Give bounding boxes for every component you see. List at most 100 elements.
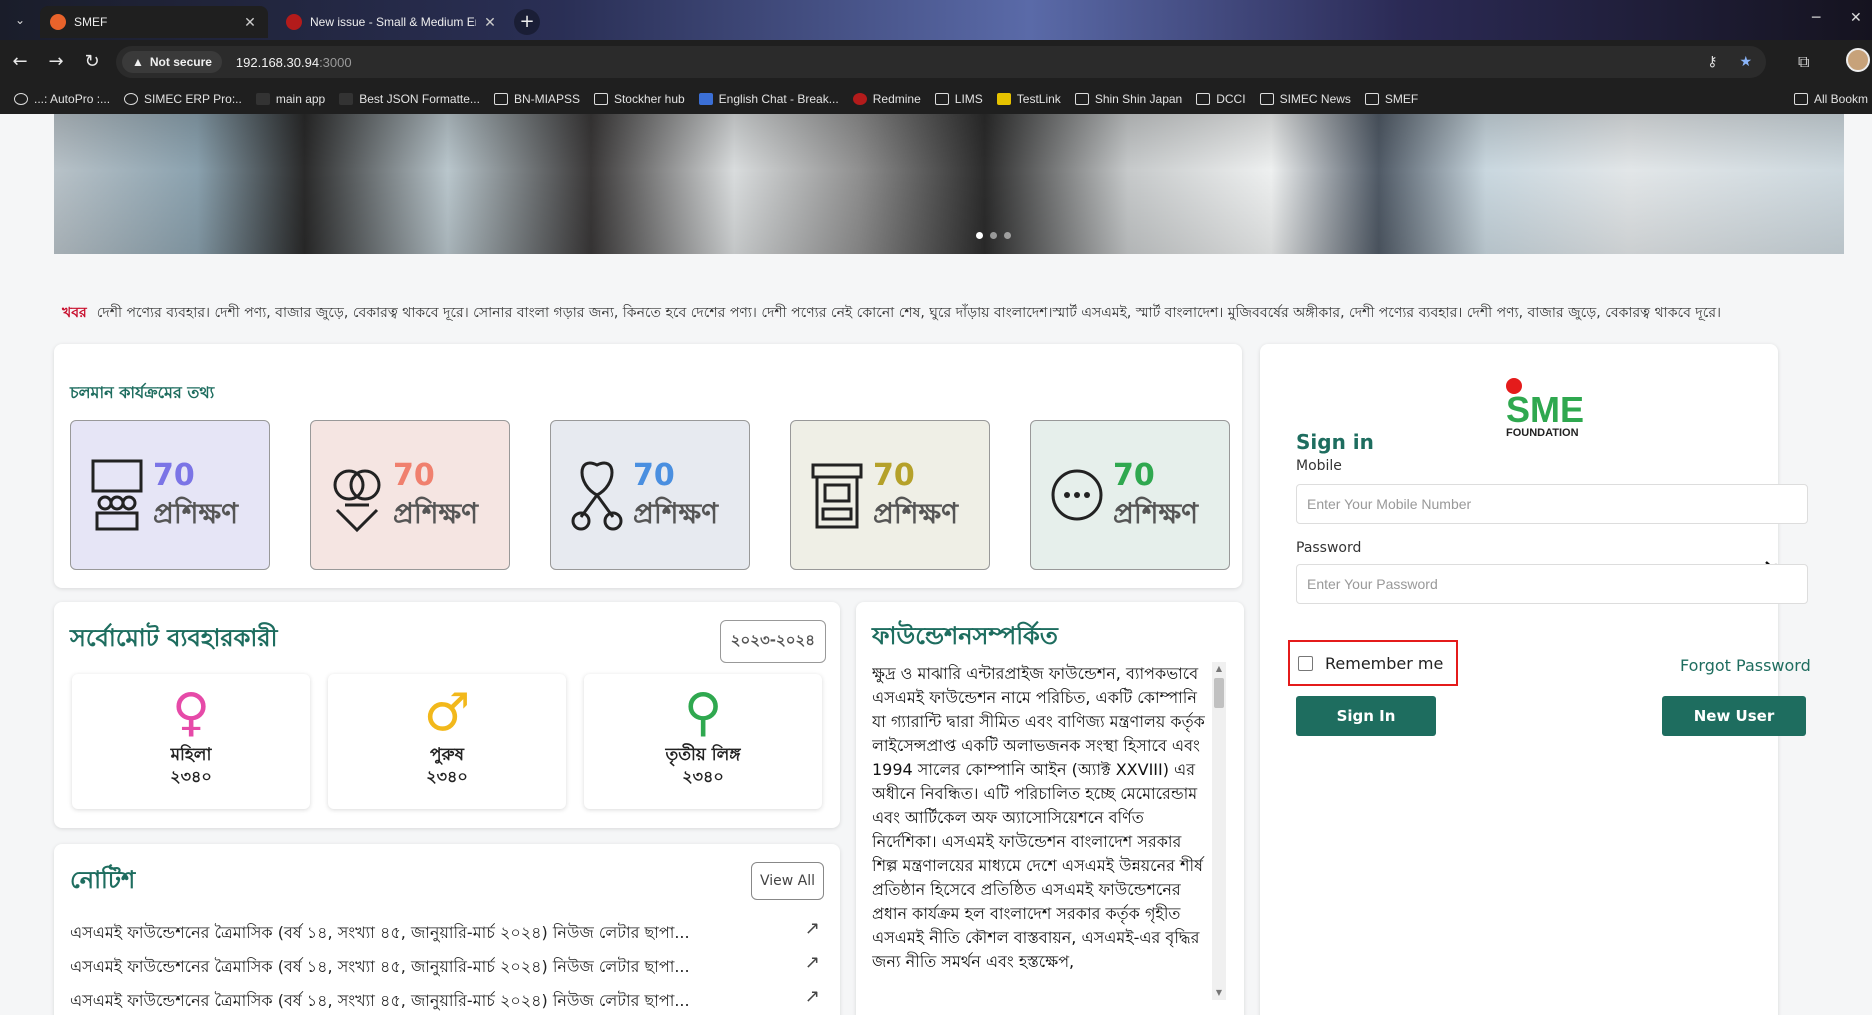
notice-link[interactable]: এসএমই ফাউন্ডেশনের ত্রৈমাসিক (বর্ষ ১৪, সং… — [70, 920, 820, 947]
all-bookmarks[interactable]: All Bookm — [1793, 84, 1872, 114]
carousel-dot[interactable] — [976, 232, 983, 239]
user-label: পুরুষ — [430, 745, 464, 765]
bookmark-item[interactable]: ...: AutoPro :... — [14, 92, 110, 106]
bookmark-folder[interactable]: DCCI — [1196, 92, 1246, 106]
svg-text:SME: SME — [1506, 389, 1584, 430]
stat-box-1[interactable]: 70 প্রশিক্ষণ — [70, 420, 270, 570]
redmine-icon — [852, 93, 867, 105]
extensions-icon[interactable]: ⧉ — [1798, 52, 1809, 72]
external-arrow-icon[interactable]: ↗ — [805, 918, 820, 939]
more-dots-icon — [1051, 469, 1103, 521]
bookmark-star-icon[interactable]: ★ — [1739, 53, 1752, 69]
external-arrow-icon[interactable]: ↗ — [805, 952, 820, 973]
close-icon[interactable]: ✕ — [242, 14, 258, 31]
news-label: খবর — [62, 305, 87, 321]
security-label: Not secure — [149, 55, 212, 69]
signin-title: Sign in — [1296, 430, 1374, 454]
about-scrollbar[interactable]: ▲ ▼ — [1212, 662, 1226, 1000]
bookmark-item[interactable]: Best JSON Formatte... — [339, 92, 480, 106]
warning-icon: ▲ — [132, 55, 144, 69]
stat-label: প্রশিক্ষণ — [393, 497, 479, 530]
news-text: দেশী পণ্যের ব্যবহার। দেশী পণ্য, বাজার জু… — [96, 305, 1722, 321]
tab-new-issue[interactable]: New issue - Small & Medium Er ✕ — [276, 6, 508, 38]
forgot-password-link[interactable]: Forgot Password — [1680, 656, 1811, 675]
stat-box-3[interactable]: 70 প্রশিক্ষণ — [550, 420, 750, 570]
new-tab-button[interactable]: + — [514, 9, 540, 35]
year-badge[interactable]: ২০২৩-২০২৪ — [719, 620, 826, 663]
bookmark-item[interactable]: Redmine — [852, 92, 921, 106]
users-title: সর্বোমোট ব্যবহারকারী — [70, 624, 278, 652]
reload-icon[interactable]: ↻ — [80, 50, 104, 74]
notice-link[interactable]: এসএমই ফাউন্ডেশনের ত্রৈমাসিক (বর্ষ ১৪, সং… — [70, 988, 820, 1015]
stat-label: প্রশিক্ষণ — [1113, 497, 1199, 530]
folder-icon — [1196, 93, 1211, 105]
carousel-dot[interactable] — [1004, 232, 1011, 239]
folder-icon — [1793, 93, 1808, 105]
address-bar[interactable]: ▲ Not secure 192.168.30.94 :3000 ⚷ ★ — [116, 46, 1766, 78]
smef-favicon-icon — [50, 14, 66, 30]
stat-box-5[interactable]: 70 প্রশিক্ষণ — [1030, 420, 1230, 570]
remember-label[interactable]: Remember me — [1325, 654, 1443, 673]
folder-icon — [493, 93, 508, 105]
url-host: 192.168.30.94 — [235, 54, 320, 70]
globe-icon — [124, 93, 139, 105]
page-content: খবর দেশী পণ্যের ব্যবহার। দেশী পণ্য, বাজা… — [0, 114, 1872, 1015]
svg-text:FOUNDATION: FOUNDATION — [1506, 427, 1579, 438]
tab-search-icon[interactable]: ⌄ — [8, 8, 32, 32]
stat-label: প্রশিক্ষণ — [873, 497, 959, 530]
bookmark-item[interactable]: SIMEC ERP Pro:.. — [124, 92, 242, 106]
mobile-label: Mobile — [1296, 458, 1342, 474]
tab-smef[interactable]: SMEF ✕ — [40, 6, 268, 38]
stat-box-4[interactable]: 70 প্রশিক্ষণ — [790, 420, 990, 570]
tab-title: SMEF — [74, 15, 108, 29]
user-tile-third-gender: ⚲ তৃতীয় লিঙ্গ ২৩৪০ — [584, 674, 822, 809]
password-key-icon[interactable]: ⚷ — [1707, 53, 1717, 69]
mobile-input[interactable] — [1296, 484, 1808, 524]
view-all-button[interactable]: View All — [750, 862, 824, 900]
testlink-icon — [996, 93, 1011, 105]
bookmark-item[interactable]: English Chat - Break... — [698, 92, 839, 106]
minimize-icon[interactable]: ─ — [1812, 10, 1820, 26]
back-arrow-icon[interactable]: ← — [8, 50, 32, 74]
close-icon[interactable]: ✕ — [482, 14, 498, 31]
remember-me-highlight: Remember me — [1288, 640, 1458, 686]
ongoing-title: চলমান কার্যক্রমের তথ্য — [70, 383, 215, 402]
browser-toolbar: ← → ↻ ▲ Not secure 192.168.30.94 :3000 ⚷… — [0, 40, 1872, 84]
ongoing-activities-card: চলমান কার্যক্রমের তথ্য 70 প্রশিক্ষণ 70 প… — [54, 344, 1242, 588]
remember-checkbox[interactable] — [1298, 655, 1313, 671]
notice-link[interactable]: এসএমই ফাউন্ডেশনের ত্রৈমাসিক (বর্ষ ১৪, সং… — [70, 954, 820, 981]
forward-arrow-icon[interactable]: → — [44, 50, 68, 74]
login-panel: SME FOUNDATION Sign in Mobile Password R… — [1260, 344, 1811, 1015]
bookmark-item[interactable]: main app — [255, 92, 325, 106]
total-users-card: সর্বোমোট ব্যবহারকারী ২০২৩-২০২৪ ♀ মহিলা ২… — [54, 602, 840, 828]
scroll-up-icon[interactable]: ▲ — [1214, 664, 1224, 674]
bookmark-folder[interactable]: LIMS — [934, 92, 983, 106]
carousel-dot[interactable] — [990, 232, 997, 239]
folder-icon — [593, 93, 608, 105]
user-tile-female: ♀ মহিলা ২৩৪০ — [72, 674, 310, 809]
bookmark-folder[interactable]: BN-MIAPSS — [493, 92, 580, 106]
password-input[interactable] — [1296, 564, 1808, 604]
security-chip[interactable]: ▲ Not secure — [122, 51, 222, 73]
url-port: :3000 — [319, 54, 352, 70]
scroll-down-icon[interactable]: ▼ — [1214, 988, 1224, 998]
about-title: ফাউন্ডেশনসম্পর্কিত — [872, 622, 1058, 650]
sign-in-button[interactable]: Sign In — [1296, 696, 1436, 736]
bookmark-folder[interactable]: Stockher hub — [593, 92, 685, 106]
external-arrow-icon[interactable]: ↗ — [805, 986, 820, 1007]
bookmark-folder[interactable]: Shin Shin Japan — [1074, 92, 1182, 106]
scroll-thumb[interactable] — [1214, 678, 1224, 708]
bookmark-item[interactable]: TestLink — [996, 92, 1061, 106]
stat-box-2[interactable]: 70 প্রশিক্ষণ — [310, 420, 510, 570]
new-user-button[interactable]: New User — [1662, 696, 1806, 736]
bookmark-folder[interactable]: SIMEC News — [1259, 92, 1351, 106]
browser-tab-strip: ⌄ SMEF ✕ New issue - Small & Medium Er ✕… — [0, 0, 1872, 40]
password-label: Password — [1296, 540, 1362, 556]
user-label: তৃতীয় লিঙ্গ — [665, 745, 741, 765]
profile-avatar[interactable] — [1846, 48, 1870, 72]
hero-banner-image — [54, 114, 1844, 254]
close-window-icon[interactable]: ✕ — [1850, 10, 1862, 26]
bookmark-folder[interactable]: SMEF — [1364, 92, 1418, 106]
stat-value: 70 — [153, 458, 195, 493]
ribbon-icon — [571, 461, 623, 531]
